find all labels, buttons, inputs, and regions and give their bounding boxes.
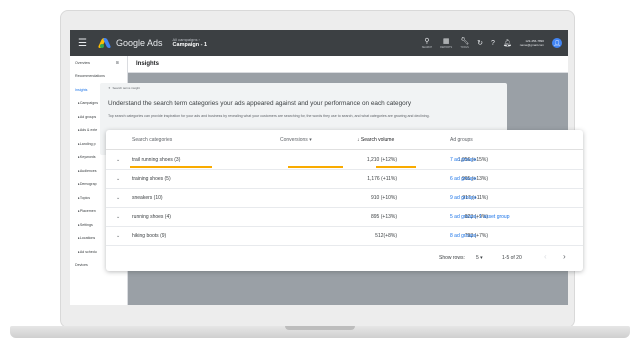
sidebar-item-label: Insights (75, 87, 88, 92)
reports-button[interactable]: ▦ REPORTS (440, 38, 452, 49)
avatar[interactable]: 👤︎ (552, 38, 562, 48)
expand-chevron-icon[interactable]: ⌄ (116, 233, 120, 239)
sort-arrow-down-icon: ↓ (357, 137, 360, 143)
breadcrumb[interactable]: All campaigns › Campaign - 1 (173, 37, 208, 49)
table-row[interactable]: ⌄ running shoes (4) 895 (+13%) 823 (+9%) 5 a… (106, 207, 583, 227)
pagination-range: 1-5 of 20 (502, 255, 522, 261)
category-cell: training shoes (5) (132, 176, 171, 182)
search-label: SEARCH (421, 45, 433, 49)
insight-card-description: Top search categories can provide inspir… (108, 114, 430, 118)
rows-per-page-select[interactable]: 5 ▾ (476, 255, 483, 261)
insight-card-label: ✦ Search terms insight (108, 86, 140, 90)
show-rows-label: Show rows: (439, 255, 465, 261)
sidebar-item-overview[interactable]: Overview ⊞ (70, 56, 127, 70)
breadcrumb-current[interactable]: Campaign - 1 (173, 42, 208, 49)
sidebar-item-label: Recommendations (75, 74, 105, 79)
previous-page-icon[interactable]: ‹ (544, 252, 547, 261)
insight-card-label-text: Search terms insight (112, 86, 140, 90)
sidebar-item-label: Ad groups (79, 114, 97, 119)
search-categories-table: Search categories Conversions ▾ ↓ Search… (106, 130, 583, 271)
sidebar-item-label: Campaigns (79, 101, 98, 106)
conversions-highlight-underline (288, 166, 343, 168)
table-row[interactable]: ⌄ sneakers (10) 910 (+10%) 917 (+11%) 9 ad g… (106, 188, 583, 208)
conversions-cell: 512(+8%) (375, 233, 397, 239)
table-footer: Show rows: 5 ▾ 1-5 of 20 ‹ › (106, 245, 583, 271)
table-row[interactable]: ⌄ trail running shoes (3) 1,210 (+12%) 1,05… (106, 150, 583, 170)
sidebar-item-label: Keywords (79, 155, 96, 160)
conversions-cell: 1,176 (+11%) (367, 176, 397, 182)
sidebar-item-label: Demograp (79, 182, 97, 187)
tools-button[interactable]: 🔧︎ TOOLS (460, 38, 469, 49)
pin-icon[interactable]: ⊞ (116, 60, 119, 65)
conversions-cell: 895 (+13%) (371, 214, 397, 220)
sidebar-item-label: Settings (79, 222, 93, 227)
tools-icon: 🔧︎ (460, 37, 470, 45)
google-ads-logo-icon (97, 38, 112, 48)
column-header-ad-groups[interactable]: Ad groups (450, 137, 473, 143)
sidebar-item-label: Ads & exte (79, 128, 98, 133)
column-header-search-volume[interactable]: ↓ Search volume (357, 137, 394, 143)
conversions-header-label: Conversions (280, 137, 308, 143)
expand-chevron-icon[interactable]: ⌄ (116, 214, 120, 220)
google-ads-logo[interactable]: Google Ads (97, 38, 163, 48)
hamburger-menu-icon[interactable]: ☰ (78, 38, 96, 49)
account-email: name@gmail.com (519, 43, 544, 47)
chevron-down-icon: ▾ (480, 255, 483, 261)
page-title: Insights (128, 56, 568, 73)
category-cell: running shoes (4) (132, 214, 171, 220)
laptop-notch (285, 326, 355, 330)
sidebar-item-label: Placemen (79, 209, 96, 214)
sidebar-item-recommendations[interactable]: Recommendations (70, 70, 127, 84)
sidebar-item-label: Landing p (79, 141, 96, 146)
category-cell: trail running shoes (3) (132, 157, 181, 163)
column-header-category[interactable]: Search categories (132, 137, 172, 143)
reports-icon: ▦ (442, 37, 450, 45)
volume-highlight-underline (376, 166, 416, 168)
column-header-conversions[interactable]: Conversions ▾ (280, 137, 312, 143)
sparkle-icon: ✦ (108, 86, 111, 90)
sort-dropdown-icon[interactable]: ▾ (309, 137, 312, 143)
ad-groups-link[interactable]: 9 ad groups (450, 195, 476, 201)
sidebar-item-label: Overview (75, 60, 90, 65)
ad-groups-link[interactable]: 8 ad groups (450, 233, 476, 239)
top-bar: ☰ Google Ads All campaigns › Campaign - … (70, 30, 568, 56)
sidebar-item-label: Ad schedu (79, 249, 97, 254)
table-header: Search categories Conversions ▾ ↓ Search… (106, 130, 583, 150)
conversions-cell: 1,210 (+12%) (366, 157, 397, 163)
ad-groups-link[interactable]: 5 ad groups, 1 asset group (450, 214, 510, 220)
expand-chevron-icon[interactable]: ⌄ (116, 176, 120, 182)
sidebar-item-label: Topics (79, 195, 90, 200)
ad-groups-link[interactable]: 6 ad groups (450, 176, 476, 182)
sidebar-item-label: Locations (79, 236, 96, 241)
conversions-cell: 910 (+10%) (371, 195, 397, 201)
table-row[interactable]: ⌄ training shoes (5) 1,176 (+11%) 965 (+13%… (106, 169, 583, 189)
rows-per-page-value: 5 (476, 255, 479, 261)
next-page-icon[interactable]: › (563, 252, 566, 261)
reports-label: REPORTS (440, 45, 453, 49)
product-name: Google Ads (116, 38, 163, 48)
tools-label: TOOLS (460, 45, 469, 49)
refresh-icon[interactable]: ↻ (477, 39, 483, 47)
expand-chevron-icon[interactable]: ⌄ (116, 195, 120, 201)
sidebar-item-label: Audiences (79, 168, 97, 173)
account-info[interactable]: 123-456-7890 name@gmail.com (520, 39, 544, 47)
category-cell: hiking boots (9) (132, 233, 167, 239)
table-row[interactable]: ⌄ hiking boots (9) 512(+8%) 793 (+7%) 8 ad g… (106, 226, 583, 246)
ad-groups-link[interactable]: 7 ad groups (450, 157, 476, 163)
search-volume-header-label: Search volume (360, 137, 395, 143)
category-highlight-underline (130, 166, 212, 168)
sidebar-item-label: Devices (75, 263, 88, 268)
expand-chevron-icon[interactable]: ⌄ (116, 157, 120, 163)
search-button[interactable]: ⚲ SEARCH (422, 38, 432, 49)
notifications-bell-icon[interactable]: 🔔︎ (503, 39, 512, 47)
help-icon[interactable]: ? (491, 40, 495, 47)
insight-card-title: Understand the search term categories yo… (108, 100, 412, 107)
category-cell: sneakers (10) (132, 195, 163, 201)
search-icon: ⚲ (424, 37, 430, 45)
